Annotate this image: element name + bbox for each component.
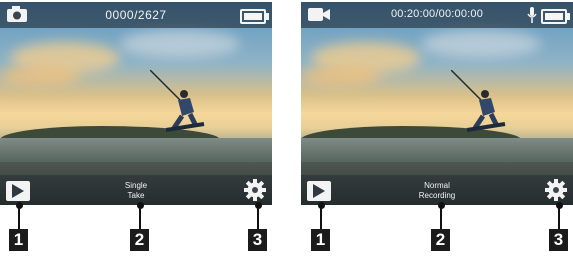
cloud bbox=[301, 66, 381, 86]
battery-icon bbox=[240, 9, 269, 24]
control-bar: Single Take bbox=[0, 175, 272, 205]
status-bar: 00:20:00/00:00:00 bbox=[301, 2, 573, 28]
battery-icon bbox=[541, 9, 570, 24]
microphone-icon bbox=[527, 7, 537, 23]
callout-line bbox=[18, 205, 20, 229]
gear-icon[interactable] bbox=[545, 179, 567, 201]
status-bar: 0000/2627 bbox=[0, 2, 272, 28]
callout-3: 3 bbox=[549, 229, 568, 251]
callout-1: 1 bbox=[9, 229, 28, 251]
cloud bbox=[0, 66, 80, 86]
sea bbox=[301, 138, 573, 162]
mode-label[interactable]: Normal Recording bbox=[301, 181, 573, 201]
callout-line bbox=[558, 205, 560, 229]
callout-1: 1 bbox=[311, 229, 330, 251]
cloud bbox=[421, 30, 541, 58]
sea bbox=[0, 138, 272, 162]
callout-2: 2 bbox=[431, 229, 450, 251]
control-bar: Normal Recording bbox=[301, 175, 573, 205]
gear-icon[interactable] bbox=[244, 179, 266, 201]
shot-counter: 0000/2627 bbox=[105, 8, 167, 22]
cloud bbox=[120, 30, 240, 58]
mode-label[interactable]: Single Take bbox=[0, 181, 272, 201]
camera-screen-photo: 0000/2627 Single Take bbox=[0, 2, 272, 205]
kitesurfer-image bbox=[451, 70, 506, 132]
mode-label-line2: Recording bbox=[418, 191, 456, 200]
callout-line bbox=[257, 205, 259, 229]
callout-3: 3 bbox=[248, 229, 267, 251]
callout-line bbox=[320, 205, 322, 229]
callout-2: 2 bbox=[130, 229, 149, 251]
mode-label-line1: Normal bbox=[424, 181, 450, 190]
kitesurfer-image bbox=[150, 70, 205, 132]
mode-label-line2: Take bbox=[127, 191, 145, 200]
camera-screen-video: 00:20:00/00:00:00 Normal Recording bbox=[301, 2, 573, 205]
callout-line bbox=[440, 205, 442, 229]
mode-label-line1: Single bbox=[124, 181, 148, 190]
callout-line bbox=[139, 205, 141, 229]
